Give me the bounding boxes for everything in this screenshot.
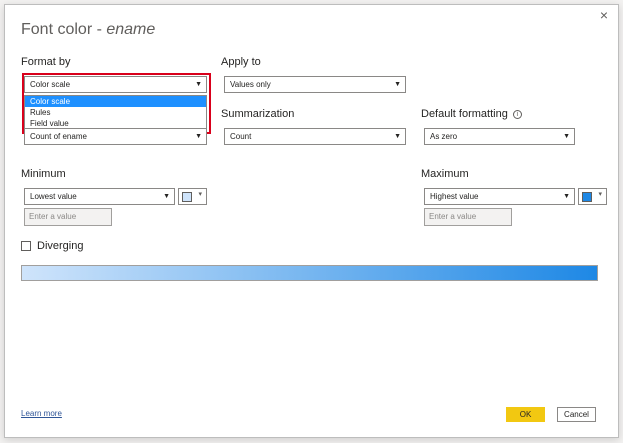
default-formatting-label: Default formatting i [421, 108, 522, 120]
based-on-field-value: Count of ename [30, 132, 87, 141]
minimum-color-swatch [182, 192, 192, 202]
maximum-value-input[interactable]: Enter a value [424, 208, 512, 226]
chevron-down-icon: ▾ [598, 191, 602, 198]
color-scale-gradient-preview [21, 265, 598, 281]
minimum-label: Minimum [21, 168, 66, 180]
apply-to-label: Apply to [221, 56, 261, 68]
minimum-value-input[interactable]: Enter a value [24, 208, 112, 226]
ok-button[interactable]: OK [506, 407, 545, 422]
maximum-color-picker[interactable]: ▾ [578, 188, 607, 205]
default-formatting-value: As zero [430, 132, 458, 141]
summarization-label: Summarization [221, 108, 295, 120]
maximum-type-value: Highest value [430, 192, 479, 201]
chevron-down-icon: ▼ [163, 193, 170, 200]
maximum-color-swatch [582, 192, 592, 202]
chevron-down-icon: ▾ [198, 191, 202, 198]
annotation-highlight-box [22, 73, 211, 134]
maximum-type-select[interactable]: Highest value ▼ [424, 188, 575, 205]
chevron-down-icon: ▼ [563, 133, 570, 140]
default-formatting-label-text: Default formatting [421, 108, 508, 120]
close-icon[interactable]: × [596, 7, 612, 23]
title-prefix: Font color - [21, 21, 107, 38]
minimum-type-select[interactable]: Lowest value ▼ [24, 188, 175, 205]
chevron-down-icon: ▼ [394, 81, 401, 88]
apply-to-select[interactable]: Values only ▼ [224, 76, 406, 93]
maximum-label: Maximum [421, 168, 469, 180]
title-field-name: ename [106, 21, 156, 38]
info-icon[interactable]: i [512, 110, 522, 119]
minimum-color-picker[interactable]: ▾ [178, 188, 207, 205]
dialog-title: Font color - ename [21, 21, 155, 39]
diverging-checkbox[interactable] [21, 241, 31, 251]
summarization-value: Count [230, 132, 252, 141]
default-formatting-select[interactable]: As zero ▼ [424, 128, 575, 145]
diverging-label: Diverging [37, 240, 84, 252]
chevron-down-icon: ▼ [563, 193, 570, 200]
summarization-select[interactable]: Count ▼ [224, 128, 406, 145]
based-on-field-select[interactable]: Count of ename ▼ [24, 128, 207, 145]
font-color-dialog: × Font color - ename Format by Color sca… [4, 4, 619, 438]
chevron-down-icon: ▼ [394, 133, 401, 140]
apply-to-value: Values only [230, 80, 271, 89]
minimum-type-value: Lowest value [30, 192, 77, 201]
cancel-button[interactable]: Cancel [557, 407, 596, 422]
format-by-label: Format by [21, 56, 71, 68]
learn-more-link[interactable]: Learn more [21, 409, 62, 418]
chevron-down-icon: ▼ [195, 133, 202, 140]
